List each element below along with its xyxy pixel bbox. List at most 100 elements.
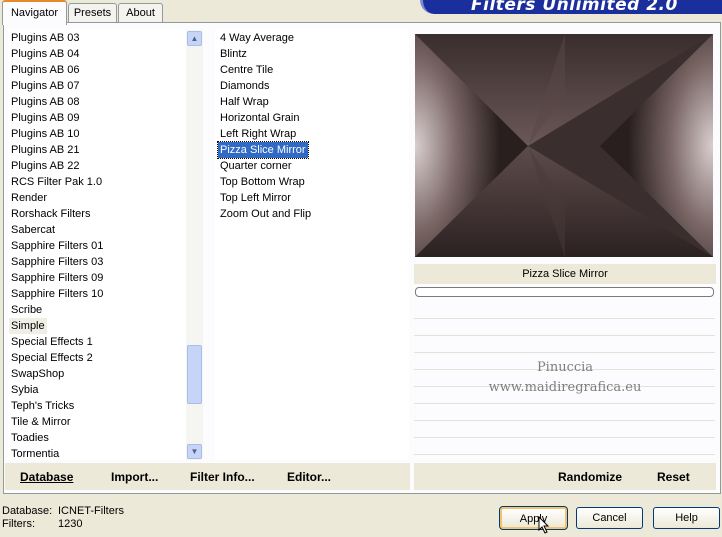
filter-item[interactable]: Top Bottom Wrap bbox=[215, 174, 409, 190]
category-item-label: Sapphire Filters 01 bbox=[11, 240, 104, 252]
reset-button[interactable]: Reset bbox=[657, 470, 690, 484]
category-item-label: Plugins AB 09 bbox=[11, 112, 80, 124]
title-banner: Filters Unlimited 2.0 bbox=[420, 0, 722, 14]
category-item[interactable]: Tile & Mirror bbox=[8, 414, 186, 430]
filter-info-button[interactable]: Filter Info... bbox=[190, 470, 255, 484]
category-item-label: Scribe bbox=[11, 304, 43, 316]
filter-item[interactable]: 4 Way Average bbox=[215, 30, 409, 46]
filter-item-label: 4 Way Average bbox=[220, 32, 294, 44]
filter-item-label: Left Right Wrap bbox=[220, 128, 297, 140]
tab-navigator[interactable]: Navigator bbox=[2, 0, 67, 25]
category-item-label: Plugins AB 22 bbox=[11, 160, 80, 172]
category-scrollbar[interactable]: ▲ ▼ bbox=[186, 30, 203, 460]
status-filters-label: Filters: bbox=[2, 518, 35, 530]
filter-item[interactable]: Left Right Wrap bbox=[215, 126, 409, 142]
category-list[interactable]: Plugins AB 03 Plugins AB 04 Plugins AB 06 P… bbox=[8, 30, 186, 460]
status-database-label: Database: bbox=[2, 505, 53, 517]
editor-button-label: Editor... bbox=[287, 470, 332, 484]
category-item[interactable]: Plugins AB 09 bbox=[8, 110, 186, 126]
preview-filter-name: Pizza Slice Mirror bbox=[414, 264, 716, 284]
category-item[interactable]: Render bbox=[8, 190, 186, 206]
filter-item[interactable]: Blintz bbox=[215, 46, 409, 62]
category-item[interactable]: Sapphire Filters 01 bbox=[8, 238, 186, 254]
category-item[interactable]: Toadies bbox=[8, 430, 186, 446]
category-item[interactable]: Plugins AB 21 bbox=[8, 142, 186, 158]
filter-info-button-label: Filter Info... bbox=[190, 470, 255, 484]
tab-label: Presets bbox=[73, 7, 112, 19]
category-item-label: Plugins AB 10 bbox=[11, 128, 80, 140]
filter-item-label: Diamonds bbox=[220, 80, 270, 92]
scroll-thumb[interactable] bbox=[187, 345, 202, 404]
filter-item-label: Quarter corner bbox=[220, 160, 292, 172]
reset-button-label: Reset bbox=[657, 470, 690, 484]
tab-label: About bbox=[126, 7, 155, 19]
category-item[interactable]: Sapphire Filters 09 bbox=[8, 270, 186, 286]
watermark-line2: www.maidiregrafica.eu bbox=[488, 380, 642, 395]
category-item-label: Special Effects 2 bbox=[11, 352, 93, 364]
category-item-label: RCS Filter Pak 1.0 bbox=[11, 176, 103, 188]
database-button[interactable]: Database bbox=[20, 470, 73, 484]
category-item[interactable]: Sabercat bbox=[8, 222, 186, 238]
category-item[interactable]: Plugins AB 07 bbox=[8, 78, 186, 94]
filter-item[interactable]: Half Wrap bbox=[215, 94, 409, 110]
category-item-label: Teph's Tricks bbox=[11, 400, 75, 412]
category-item[interactable]: Rorshack Filters bbox=[8, 206, 186, 222]
banner-title: Filters Unlimited 2.0 bbox=[471, 0, 678, 14]
randomize-button[interactable]: Randomize bbox=[558, 470, 622, 484]
filter-item[interactable]: Diamonds bbox=[215, 78, 409, 94]
category-item-label: SwapShop bbox=[11, 368, 65, 380]
filter-item[interactable]: Quarter corner bbox=[215, 158, 409, 174]
category-item-label: Sapphire Filters 10 bbox=[11, 288, 104, 300]
progress-bar bbox=[415, 287, 714, 297]
filter-item[interactable]: Centre Tile bbox=[215, 62, 409, 78]
filter-item[interactable]: Top Left Mirror bbox=[215, 190, 409, 206]
category-item[interactable]: Plugins AB 08 bbox=[8, 94, 186, 110]
tab-label: Navigator bbox=[10, 7, 59, 19]
tab-about[interactable]: About bbox=[118, 3, 163, 23]
category-item[interactable]: Sapphire Filters 03 bbox=[8, 254, 186, 270]
category-item[interactable]: Special Effects 1 bbox=[8, 334, 186, 350]
category-item[interactable]: Tormentia bbox=[8, 446, 186, 460]
editor-button[interactable]: Editor... bbox=[287, 470, 331, 484]
chevron-up-icon: ▲ bbox=[190, 34, 199, 43]
scroll-up-button[interactable]: ▲ bbox=[187, 31, 202, 46]
filter-item-label: Zoom Out and Flip bbox=[220, 208, 312, 220]
filter-item[interactable]: Pizza Slice Mirror bbox=[215, 141, 409, 159]
filter-item-label: Half Wrap bbox=[220, 96, 269, 108]
category-item[interactable]: Plugins AB 03 bbox=[8, 30, 186, 46]
preview-image bbox=[415, 34, 713, 257]
filter-list[interactable]: 4 Way Average Blintz Centre Tile Diamonds Ha… bbox=[215, 30, 409, 460]
category-item[interactable]: SwapShop bbox=[8, 366, 186, 382]
category-item-label: Sybia bbox=[11, 384, 39, 396]
category-item[interactable]: Plugins AB 10 bbox=[8, 126, 186, 142]
category-item[interactable]: Teph's Tricks bbox=[8, 398, 186, 414]
category-item[interactable]: Special Effects 2 bbox=[8, 350, 186, 366]
cancel-button-label: Cancel bbox=[592, 512, 627, 524]
category-item[interactable]: RCS Filter Pak 1.0 bbox=[8, 174, 186, 190]
chevron-down-icon: ▼ bbox=[190, 447, 199, 456]
category-item[interactable]: Sybia bbox=[8, 382, 186, 398]
apply-button[interactable]: Apply bbox=[499, 506, 568, 530]
category-item-label: Sapphire Filters 03 bbox=[11, 256, 104, 268]
import-button[interactable]: Import... bbox=[111, 470, 158, 484]
help-button-label: Help bbox=[675, 512, 698, 524]
category-item-label: Plugins AB 21 bbox=[11, 144, 80, 156]
category-item[interactable]: Plugins AB 22 bbox=[8, 158, 186, 174]
category-item-label: Plugins AB 08 bbox=[11, 96, 80, 108]
category-item[interactable]: Simple bbox=[8, 318, 186, 334]
filter-item[interactable]: Zoom Out and Flip bbox=[215, 206, 409, 222]
cancel-button[interactable]: Cancel bbox=[576, 507, 643, 529]
category-item[interactable]: Scribe bbox=[8, 302, 186, 318]
category-item[interactable]: Sapphire Filters 10 bbox=[8, 286, 186, 302]
category-item-label: Tormentia bbox=[11, 448, 60, 460]
filter-item[interactable]: Horizontal Grain bbox=[215, 110, 409, 126]
help-button[interactable]: Help bbox=[653, 507, 720, 529]
category-item[interactable]: Plugins AB 04 bbox=[8, 46, 186, 62]
tab-presets[interactable]: Presets bbox=[68, 3, 117, 23]
category-item[interactable]: Plugins AB 06 bbox=[8, 62, 186, 78]
category-item-label: Plugins AB 03 bbox=[11, 32, 80, 44]
category-item-label: Sapphire Filters 09 bbox=[11, 272, 104, 284]
scroll-down-button[interactable]: ▼ bbox=[187, 444, 202, 459]
status-filters-value: 1230 bbox=[58, 518, 83, 530]
filter-item-label: Top Bottom Wrap bbox=[220, 176, 305, 188]
